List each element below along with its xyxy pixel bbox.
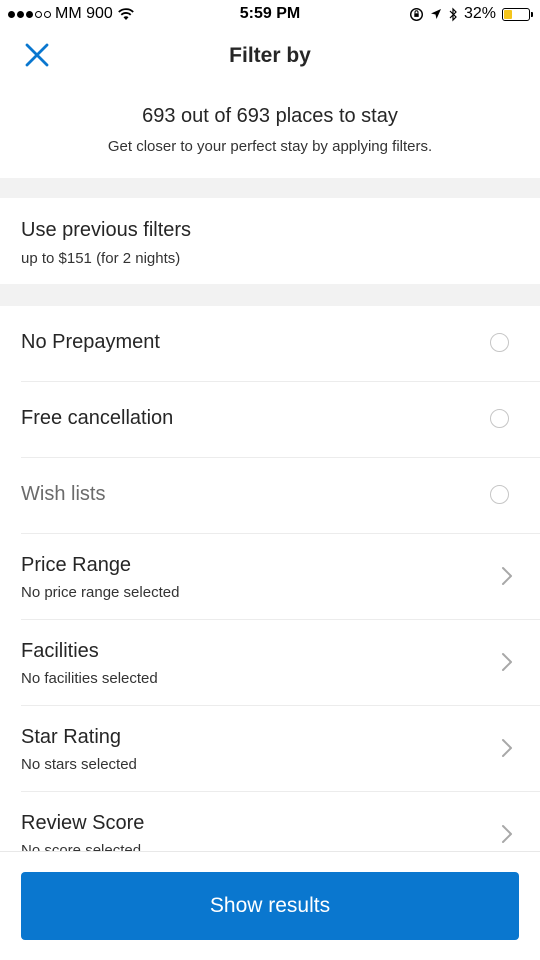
filter-label: Price Range — [21, 554, 132, 576]
show-results-button[interactable]: Show results — [21, 872, 519, 940]
filter-value: No facilities selected — [21, 670, 158, 687]
chevron-right-icon — [502, 739, 512, 757]
header: Filter by — [0, 30, 540, 80]
results-count: 693 out of 693 places to stay — [142, 105, 398, 127]
filter-label: Free cancellation — [21, 407, 174, 429]
battery-icon — [502, 7, 533, 21]
chevron-right-icon — [502, 653, 512, 671]
filter-label: Star Rating — [21, 726, 122, 748]
page-title: Filter by — [229, 44, 311, 67]
status-right: 32% — [409, 5, 533, 23]
filter-label: Facilities — [21, 640, 99, 662]
filter-wish-lists[interactable]: Wish lists — [0, 458, 540, 534]
filter-value: No score selected — [21, 842, 142, 851]
filter-free-cancellation[interactable]: Free cancellation — [0, 382, 540, 458]
free-cancellation-radio[interactable] — [490, 409, 509, 428]
battery-fill — [504, 9, 512, 19]
chevron-right-icon — [502, 567, 512, 585]
use-previous-filters[interactable]: Use previous filters up to $151 (for 2 n… — [0, 198, 540, 284]
bluetooth-icon — [449, 7, 457, 21]
filter-no-prepayment[interactable]: No Prepayment — [0, 306, 540, 382]
battery-percent: 32% — [463, 5, 496, 22]
previous-filters-title: Use previous filters — [21, 219, 192, 241]
bottom-action-bar: Show results — [0, 851, 540, 960]
filter-label: Review Score — [21, 812, 145, 834]
rotation-lock-icon — [409, 7, 423, 21]
filter-label: Wish lists — [21, 483, 106, 505]
previous-filters-summary: up to $151 (for 2 nights) — [21, 250, 181, 267]
section-divider — [0, 178, 540, 198]
section-divider — [0, 284, 540, 306]
filter-list[interactable]: No Prepayment Free cancellation Wish lis… — [0, 306, 540, 851]
results-summary: 693 out of 693 places to stay Get closer… — [0, 80, 540, 178]
wish-lists-radio[interactable] — [490, 485, 509, 504]
status-bar: MM 900 5:59 PM 32% — [0, 0, 540, 30]
filter-value: No price range selected — [21, 584, 180, 601]
filter-review-score[interactable]: Review Score No score selected — [0, 792, 540, 851]
filter-value: No stars selected — [21, 756, 137, 773]
results-hint: Get closer to your perfect stay by apply… — [107, 138, 433, 155]
filter-price-range[interactable]: Price Range No price range selected — [0, 534, 540, 620]
filter-label: No Prepayment — [21, 331, 160, 353]
chevron-right-icon — [502, 825, 512, 843]
no-prepayment-radio[interactable] — [490, 333, 509, 352]
location-arrow-icon — [430, 9, 441, 19]
filter-facilities[interactable]: Facilities No facilities selected — [0, 620, 540, 706]
filter-star-rating[interactable]: Star Rating No stars selected — [0, 706, 540, 792]
